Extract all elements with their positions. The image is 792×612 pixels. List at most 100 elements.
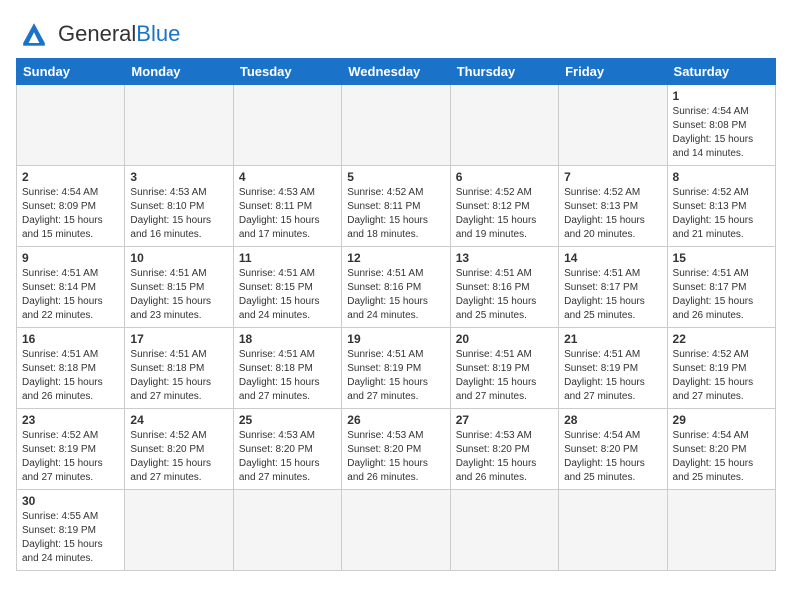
- day-number: 23: [22, 413, 119, 427]
- col-header-thursday: Thursday: [450, 59, 558, 85]
- day-info: Sunrise: 4:53 AMSunset: 8:11 PMDaylight:…: [239, 186, 336, 242]
- day-number: 15: [673, 251, 770, 265]
- day-info: Sunrise: 4:51 AMSunset: 8:16 PMDaylight:…: [456, 267, 553, 323]
- day-cell: 29Sunrise: 4:54 AMSunset: 8:20 PMDayligh…: [667, 409, 775, 490]
- day-info: Sunrise: 4:51 AMSunset: 8:18 PMDaylight:…: [239, 348, 336, 404]
- day-cell: 18 Sunrise: 4:51 AMSunset: 8:18 PMDayligh…: [233, 328, 341, 409]
- col-header-saturday: Saturday: [667, 59, 775, 85]
- day-cell: 1 Sunrise: 4:54 AMSunset: 8:08 PMDaylight…: [667, 85, 775, 166]
- day-cell: 19Sunrise: 4:51 AMSunset: 8:19 PMDayligh…: [342, 328, 450, 409]
- day-number: 11: [239, 251, 336, 265]
- day-info: Sunrise: 4:53 AMSunset: 8:20 PMDaylight:…: [239, 429, 336, 485]
- day-number: 17: [130, 332, 227, 346]
- day-number: 5: [347, 170, 444, 184]
- day-info: Sunrise: 4:53 AMSunset: 8:10 PMDaylight:…: [130, 186, 227, 242]
- day-cell: [559, 85, 667, 166]
- day-cell: 8 Sunrise: 4:52 AMSunset: 8:13 PMDaylight…: [667, 166, 775, 247]
- day-cell: [559, 490, 667, 571]
- week-row-0: 1 Sunrise: 4:54 AMSunset: 8:08 PMDaylight…: [17, 85, 776, 166]
- day-number: 8: [673, 170, 770, 184]
- day-number: 4: [239, 170, 336, 184]
- day-number: 26: [347, 413, 444, 427]
- day-number: 2: [22, 170, 119, 184]
- day-number: 20: [456, 332, 553, 346]
- day-number: 22: [673, 332, 770, 346]
- day-number: 6: [456, 170, 553, 184]
- day-cell: [233, 490, 341, 571]
- day-number: 13: [456, 251, 553, 265]
- day-info: Sunrise: 4:55 AMSunset: 8:19 PMDaylight:…: [22, 510, 119, 566]
- day-cell: 2 Sunrise: 4:54 AMSunset: 8:09 PMDaylight…: [17, 166, 125, 247]
- day-number: 21: [564, 332, 661, 346]
- day-cell: 20 Sunrise: 4:51 AMSunset: 8:19 PMDayligh…: [450, 328, 558, 409]
- day-cell: 15 Sunrise: 4:51 AMSunset: 8:17 PMDayligh…: [667, 247, 775, 328]
- day-number: 28: [564, 413, 661, 427]
- day-cell: 14 Sunrise: 4:51 AMSunset: 8:17 PMDayligh…: [559, 247, 667, 328]
- calendar-table: SundayMondayTuesdayWednesdayThursdayFrid…: [16, 58, 776, 571]
- day-info: Sunrise: 4:54 AMSunset: 8:20 PMDaylight:…: [564, 429, 661, 485]
- day-number: 1: [673, 89, 770, 103]
- day-number: 19: [347, 332, 444, 346]
- day-info: Sunrise: 4:51 AMSunset: 8:15 PMDaylight:…: [130, 267, 227, 323]
- day-info: Sunrise: 4:53 AMSunset: 8:20 PMDaylight:…: [347, 429, 444, 485]
- day-info: Sunrise: 4:51 AMSunset: 8:15 PMDaylight:…: [239, 267, 336, 323]
- day-number: 7: [564, 170, 661, 184]
- day-info: Sunrise: 4:51 AMSunset: 8:16 PMDaylight:…: [347, 267, 444, 323]
- day-cell: 22 Sunrise: 4:52 AMSunset: 8:19 PMDayligh…: [667, 328, 775, 409]
- day-cell: 17 Sunrise: 4:51 AMSunset: 8:18 PMDayligh…: [125, 328, 233, 409]
- day-info: Sunrise: 4:51 AMSunset: 8:19 PMDaylight:…: [564, 348, 661, 404]
- day-cell: [342, 490, 450, 571]
- day-cell: 13 Sunrise: 4:51 AMSunset: 8:16 PMDayligh…: [450, 247, 558, 328]
- week-row-1: 2 Sunrise: 4:54 AMSunset: 8:09 PMDaylight…: [17, 166, 776, 247]
- header: GeneralBlue: [16, 10, 776, 52]
- day-cell: [342, 85, 450, 166]
- day-number: 14: [564, 251, 661, 265]
- col-header-sunday: Sunday: [17, 59, 125, 85]
- day-info: Sunrise: 4:51 AMSunset: 8:17 PMDaylight:…: [564, 267, 661, 323]
- week-row-3: 16 Sunrise: 4:51 AMSunset: 8:18 PMDayligh…: [17, 328, 776, 409]
- day-info: Sunrise: 4:53 AMSunset: 8:20 PMDaylight:…: [456, 429, 553, 485]
- day-cell: [667, 490, 775, 571]
- day-cell: [125, 85, 233, 166]
- day-number: 3: [130, 170, 227, 184]
- day-number: 12: [347, 251, 444, 265]
- week-row-4: 23 Sunrise: 4:52 AMSunset: 8:19 PMDayligh…: [17, 409, 776, 490]
- day-info: Sunrise: 4:51 AMSunset: 8:14 PMDaylight:…: [22, 267, 119, 323]
- logo: GeneralBlue: [16, 16, 180, 52]
- day-number: 30: [22, 494, 119, 508]
- day-cell: 9 Sunrise: 4:51 AMSunset: 8:14 PMDaylight…: [17, 247, 125, 328]
- day-cell: 7Sunrise: 4:52 AMSunset: 8:13 PMDaylight…: [559, 166, 667, 247]
- logo-text: GeneralBlue: [58, 23, 180, 46]
- logo-label: GeneralBlue: [58, 21, 180, 46]
- week-row-2: 9 Sunrise: 4:51 AMSunset: 8:14 PMDaylight…: [17, 247, 776, 328]
- day-cell: 10Sunrise: 4:51 AMSunset: 8:15 PMDayligh…: [125, 247, 233, 328]
- day-cell: 24Sunrise: 4:52 AMSunset: 8:20 PMDayligh…: [125, 409, 233, 490]
- day-info: Sunrise: 4:54 AMSunset: 8:09 PMDaylight:…: [22, 186, 119, 242]
- day-cell: 6 Sunrise: 4:52 AMSunset: 8:12 PMDaylight…: [450, 166, 558, 247]
- day-info: Sunrise: 4:51 AMSunset: 8:18 PMDaylight:…: [22, 348, 119, 404]
- day-info: Sunrise: 4:52 AMSunset: 8:13 PMDaylight:…: [673, 186, 770, 242]
- generalblue-icon: [16, 16, 52, 52]
- day-info: Sunrise: 4:51 AMSunset: 8:19 PMDaylight:…: [456, 348, 553, 404]
- day-number: 16: [22, 332, 119, 346]
- day-info: Sunrise: 4:52 AMSunset: 8:19 PMDaylight:…: [22, 429, 119, 485]
- day-cell: 3 Sunrise: 4:53 AMSunset: 8:10 PMDaylight…: [125, 166, 233, 247]
- day-number: 18: [239, 332, 336, 346]
- day-number: 25: [239, 413, 336, 427]
- day-info: Sunrise: 4:52 AMSunset: 8:19 PMDaylight:…: [673, 348, 770, 404]
- col-header-monday: Monday: [125, 59, 233, 85]
- day-number: 24: [130, 413, 227, 427]
- day-number: 9: [22, 251, 119, 265]
- day-cell: 5Sunrise: 4:52 AMSunset: 8:11 PMDaylight…: [342, 166, 450, 247]
- day-cell: [233, 85, 341, 166]
- calendar-page: GeneralBlue SundayMondayTuesdayWednesday…: [0, 0, 792, 581]
- day-cell: [450, 85, 558, 166]
- day-cell: 30 Sunrise: 4:55 AMSunset: 8:19 PMDayligh…: [17, 490, 125, 571]
- day-info: Sunrise: 4:52 AMSunset: 8:12 PMDaylight:…: [456, 186, 553, 242]
- day-cell: 4 Sunrise: 4:53 AMSunset: 8:11 PMDaylight…: [233, 166, 341, 247]
- day-number: 29: [673, 413, 770, 427]
- day-info: Sunrise: 4:51 AMSunset: 8:18 PMDaylight:…: [130, 348, 227, 404]
- day-info: Sunrise: 4:51 AMSunset: 8:17 PMDaylight:…: [673, 267, 770, 323]
- col-header-tuesday: Tuesday: [233, 59, 341, 85]
- day-info: Sunrise: 4:54 AMSunset: 8:08 PMDaylight:…: [673, 105, 770, 161]
